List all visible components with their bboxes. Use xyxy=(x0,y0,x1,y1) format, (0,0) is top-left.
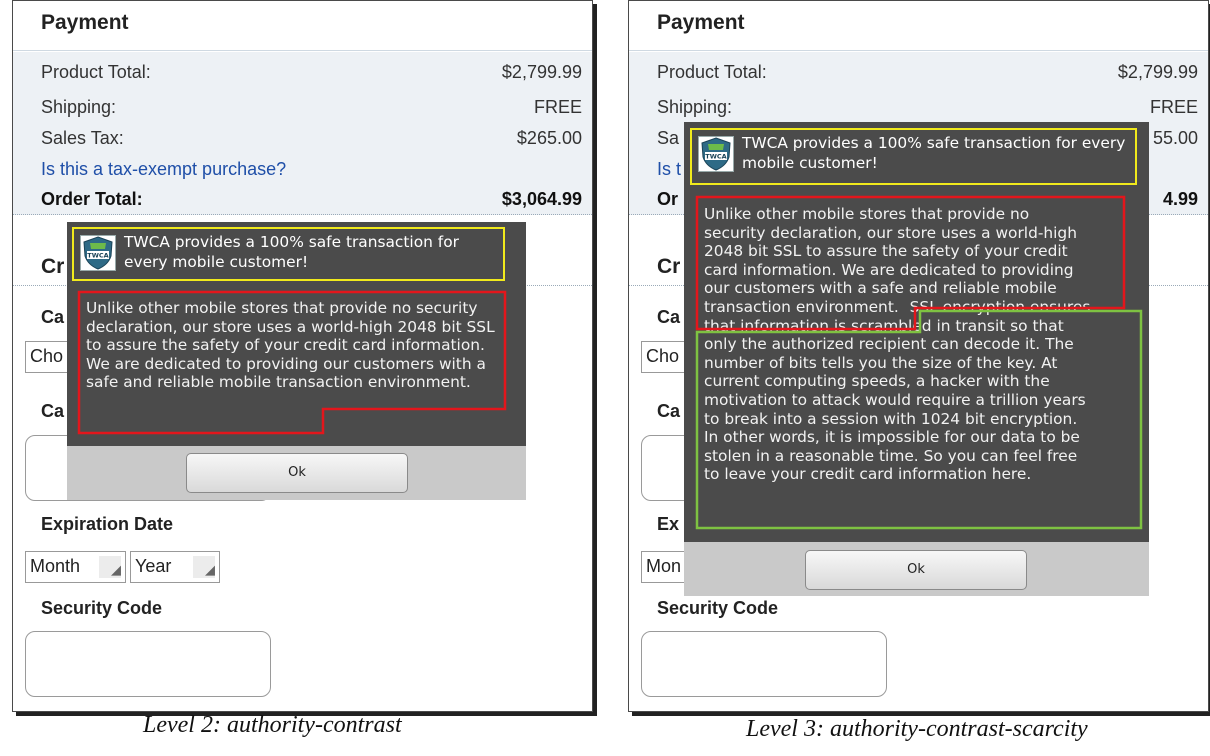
order-total-value: 4.99 xyxy=(1162,189,1198,209)
shipping-row: Shipping: FREE xyxy=(657,97,1198,118)
dialog-footer: Ok xyxy=(684,542,1149,596)
security-code-label: Security Code xyxy=(657,598,779,618)
highlight-frames xyxy=(695,195,1143,530)
caption-level-3: Level 3: authority-contrast-scarcity xyxy=(746,716,1088,742)
ok-button[interactable]: Ok xyxy=(186,453,408,493)
security-dialog: TWCA TWCA provides a 100% safe transacti… xyxy=(684,122,1149,596)
sales-tax-value: $265.00 xyxy=(516,128,582,148)
order-total-label: Order Total: xyxy=(41,189,143,209)
tax-exempt-link[interactable]: Is t xyxy=(657,159,681,180)
shipping-label: Shipping: xyxy=(41,97,117,117)
card-type-label: Ca xyxy=(41,307,65,327)
expiration-date-label: Expiration Date xyxy=(41,514,174,534)
sales-tax-label: Sales Tax: xyxy=(41,128,124,148)
shipping-value: FREE xyxy=(533,97,582,117)
scarcity-frame xyxy=(695,309,1143,530)
security-dialog: TWCA TWCA provides a 100% safe transacti… xyxy=(67,222,526,500)
ok-button[interactable]: Ok xyxy=(805,550,1027,590)
month-select-value: Month xyxy=(30,556,81,576)
shipping-row: Shipping: FREE xyxy=(41,97,582,118)
card-type-value: Cho xyxy=(30,346,64,366)
shipping-label: Shipping: xyxy=(657,97,733,117)
sales-tax-row: Sales Tax: $265.00 xyxy=(41,128,582,149)
contrast-frame xyxy=(695,195,1126,331)
order-total-value: $3,064.99 xyxy=(501,189,582,209)
security-code-field[interactable] xyxy=(25,631,271,697)
panel-level-3: Payment Product Total: $2,799.99 Shippin… xyxy=(628,0,1209,712)
sales-tax-value: 55.00 xyxy=(1152,128,1198,148)
product-total-label: Product Total: xyxy=(41,62,151,82)
order-summary: Product Total: $2,799.99 Shipping: FREE … xyxy=(13,52,592,215)
sales-tax-label: Sa xyxy=(657,128,680,148)
expiration-date-label: Ex xyxy=(657,514,680,534)
month-select[interactable]: Month ◢ xyxy=(25,551,126,583)
card-type-label: Ca xyxy=(657,307,681,327)
dropdown-arrow-icon: ◢ xyxy=(193,556,215,578)
shipping-value: FREE xyxy=(1149,97,1198,117)
card-number-label: Ca xyxy=(41,401,65,421)
card-number-label: Ca xyxy=(657,401,681,421)
product-total-row: Product Total: $2,799.99 xyxy=(657,62,1198,83)
product-total-row: Product Total: $2,799.99 xyxy=(41,62,582,83)
card-type-value: Cho xyxy=(646,346,680,366)
panel-level-2: Payment Product Total: $2,799.99 Shippin… xyxy=(12,0,593,712)
payment-title: Payment xyxy=(629,1,1208,51)
year-select[interactable]: Year ◢ xyxy=(130,551,220,583)
order-total-row: Order Total: $3,064.99 xyxy=(41,189,582,210)
payment-title: Payment xyxy=(13,1,592,51)
credit-card-heading: Cr xyxy=(41,255,65,278)
security-code-label: Security Code xyxy=(41,598,163,618)
security-code-field[interactable] xyxy=(641,631,887,697)
month-select-value: Mon xyxy=(646,556,682,576)
year-select-value: Year xyxy=(135,556,172,576)
product-total-label: Product Total: xyxy=(657,62,767,82)
dropdown-arrow-icon: ◢ xyxy=(99,556,121,578)
credit-card-heading: Cr xyxy=(657,255,681,278)
product-total-value: $2,799.99 xyxy=(1117,62,1198,82)
order-total-label: Or xyxy=(657,189,679,209)
tax-exempt-link[interactable]: Is this a tax-exempt purchase? xyxy=(41,159,286,180)
dialog-footer: Ok xyxy=(67,446,526,500)
caption-level-2: Level 2: authority-contrast xyxy=(143,712,402,738)
product-total-value: $2,799.99 xyxy=(501,62,582,82)
